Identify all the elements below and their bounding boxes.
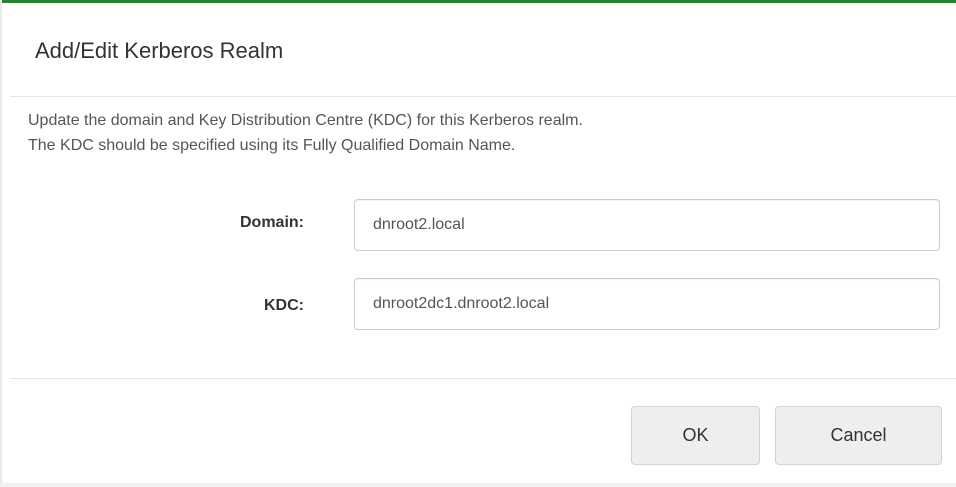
domain-input[interactable] xyxy=(354,199,940,251)
window-top-edge xyxy=(0,0,956,3)
cancel-button[interactable]: Cancel xyxy=(775,406,942,465)
dialog-header: Add/Edit Kerberos Realm xyxy=(10,8,956,97)
footer-divider xyxy=(10,378,956,379)
kdc-input[interactable] xyxy=(354,278,940,330)
window-frame: Add/Edit Kerberos Realm Update the domai… xyxy=(0,0,956,487)
description-line-2: The KDC should be specified using its Fu… xyxy=(28,137,516,154)
window-left-edge xyxy=(0,0,2,487)
dialog-title: Add/Edit Kerberos Realm xyxy=(35,38,284,63)
window-bottom-edge xyxy=(0,483,956,487)
domain-label: Domain: xyxy=(240,214,304,231)
dialog-description: Update the domain and Key Distribution C… xyxy=(28,108,583,158)
ok-button[interactable]: OK xyxy=(631,406,760,465)
description-line-1: Update the domain and Key Distribution C… xyxy=(28,112,583,129)
kerberos-realm-dialog: Add/Edit Kerberos Realm Update the domai… xyxy=(10,8,956,483)
kdc-label: KDC: xyxy=(264,297,304,314)
